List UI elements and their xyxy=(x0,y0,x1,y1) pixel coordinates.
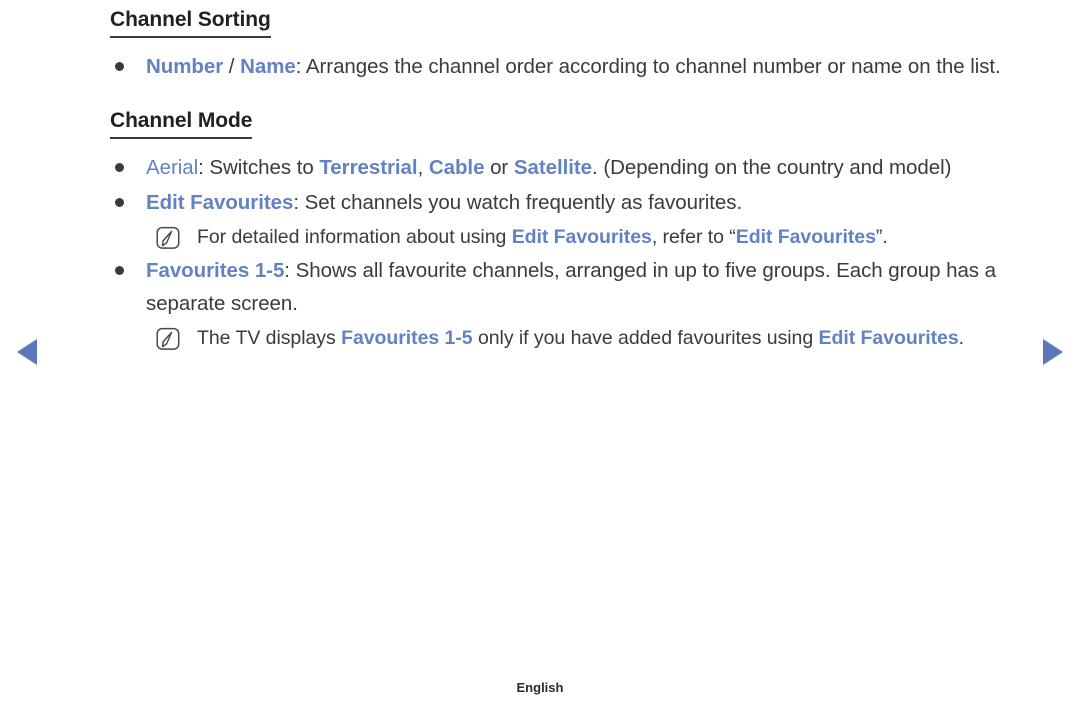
text-fragment: Favourites 1-5 xyxy=(341,327,473,349)
section-title-wrap: Channel Sorting xyxy=(110,8,1025,38)
section-title: Channel Sorting xyxy=(110,8,271,38)
text-fragment: Number xyxy=(146,55,224,78)
text-fragment: : Set channels you watch frequently as f… xyxy=(293,191,743,214)
bullet-text: Favourites 1-5: Shows all favourite chan… xyxy=(146,254,1025,320)
bullet-dot-icon xyxy=(115,266,124,275)
bullet-item: Aerial: Switches to Terrestrial, Cable o… xyxy=(110,151,1025,184)
text-fragment: Satellite xyxy=(513,156,593,179)
text-fragment: Cable xyxy=(428,156,485,179)
section-title: Channel Mode xyxy=(110,109,252,139)
text-fragment: : Arranges the channel order according t… xyxy=(295,55,1001,78)
bullet-item: Number / Name: Arranges the channel orde… xyxy=(110,50,1025,83)
text-fragment: Favourites 1-5 xyxy=(146,259,285,282)
text-fragment: Terrestrial xyxy=(319,156,418,179)
text-fragment: : Switches to xyxy=(198,156,320,179)
text-fragment: , refer to “ xyxy=(651,226,736,248)
text-fragment: . xyxy=(958,327,965,349)
bullet-dot-icon xyxy=(115,163,124,172)
text-fragment: / xyxy=(223,55,241,78)
page-language-label: English xyxy=(516,680,564,695)
bullet-text: Aerial: Switches to Terrestrial, Cable o… xyxy=(146,151,1025,184)
next-page-arrow-icon[interactable] xyxy=(1043,339,1063,365)
text-fragment: Edit Favourites xyxy=(735,226,876,248)
note-pencil-icon xyxy=(155,226,183,252)
section-title-wrap: Channel Mode xyxy=(110,109,1025,139)
bullet-dot-icon xyxy=(115,198,124,207)
note-item: The TV displays Favourites 1-5 only if y… xyxy=(110,322,1025,355)
note-item: For detailed information about using Edi… xyxy=(110,221,1025,254)
text-fragment: The TV displays xyxy=(197,327,342,349)
text-fragment: Name xyxy=(240,55,296,78)
note-pencil-icon xyxy=(155,327,183,353)
text-fragment: Aerial xyxy=(146,156,199,179)
bullet-dot-icon xyxy=(115,62,124,71)
text-fragment: Edit Favourites xyxy=(818,327,959,349)
text-fragment: , xyxy=(417,156,429,179)
bullet-item: Edit Favourites: Set channels you watch … xyxy=(110,186,1025,219)
note-text: For detailed information about using Edi… xyxy=(197,221,1025,254)
text-fragment: only if you have added favourites using xyxy=(472,327,819,349)
bullet-item: Favourites 1-5: Shows all favourite chan… xyxy=(110,254,1025,320)
text-fragment: ”. xyxy=(875,226,888,248)
emanual-page: Channel Sorting Number / Name: Arranges t… xyxy=(0,0,1080,705)
text-fragment: Edit Favourites xyxy=(511,226,652,248)
bullet-text: Edit Favourites: Set channels you watch … xyxy=(146,186,1025,219)
page-content: Channel Sorting Number / Name: Arranges t… xyxy=(110,8,1025,355)
text-fragment: Edit Favourites xyxy=(146,191,294,214)
text-fragment: . (Depending on the country and model) xyxy=(592,156,952,179)
text-fragment: For detailed information about using xyxy=(197,226,512,248)
note-text: The TV displays Favourites 1-5 only if y… xyxy=(197,322,1025,355)
text-fragment: or xyxy=(484,156,514,179)
bullet-text: Number / Name: Arranges the channel orde… xyxy=(146,50,1025,83)
previous-page-arrow-icon[interactable] xyxy=(17,339,37,365)
